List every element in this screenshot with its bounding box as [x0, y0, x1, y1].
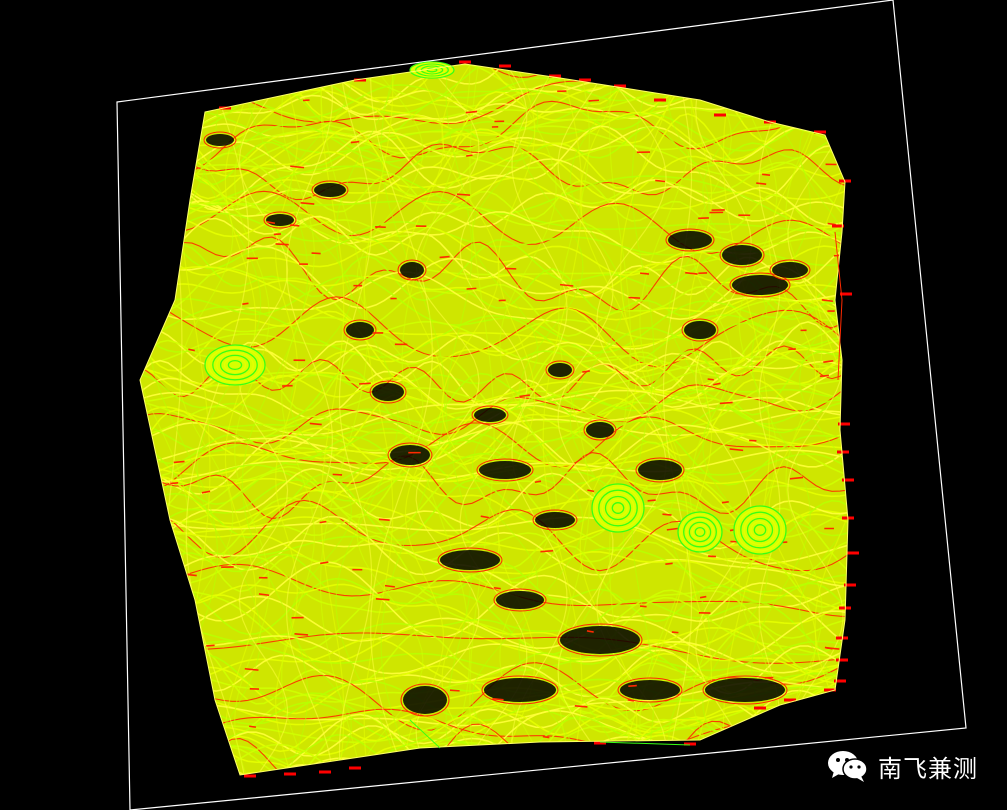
- index-tick: [762, 173, 771, 177]
- index-tick: [153, 726, 167, 729]
- index-tick: [639, 605, 647, 608]
- index-tick: [756, 182, 767, 185]
- index-tick: [311, 252, 321, 255]
- index-tick: [294, 633, 309, 636]
- index-tick: [242, 302, 249, 305]
- index-tick: [628, 296, 641, 299]
- index-tick: [466, 154, 473, 157]
- index-tick: [640, 272, 650, 275]
- terrain-gap: [479, 461, 531, 479]
- index-tick: [206, 644, 215, 647]
- terrain-gap: [732, 275, 788, 295]
- index-tick: [540, 549, 554, 553]
- contour-line: [140, 754, 848, 775]
- index-tick: [290, 224, 300, 227]
- watermark: 南飞兼测: [826, 748, 978, 784]
- terrain-gap: [400, 262, 424, 278]
- terrain-gap: [266, 214, 294, 226]
- terrain-gap: [206, 134, 234, 146]
- boundary-marker: [349, 766, 361, 770]
- index-tick: [359, 382, 371, 385]
- boundary-marker: [754, 706, 766, 710]
- index-tick: [170, 482, 179, 485]
- terrain-gap: [403, 686, 447, 714]
- terrain-gap: [548, 363, 572, 377]
- boundary-marker: [499, 64, 511, 68]
- index-tick: [574, 705, 588, 708]
- contour-line: [140, 744, 848, 775]
- terrain-gap: [705, 678, 785, 702]
- hill: [677, 511, 723, 553]
- terrain-gap: [684, 321, 716, 339]
- terrain-gap: [390, 445, 430, 465]
- wechat-icon: [828, 751, 868, 782]
- index-tick: [309, 422, 322, 426]
- index-tick: [350, 140, 360, 144]
- index-tick: [185, 605, 193, 608]
- index-tick: [647, 499, 656, 502]
- index-tick: [707, 378, 714, 381]
- hill: [409, 61, 455, 79]
- index-tick: [721, 501, 729, 504]
- index-tick: [449, 689, 460, 692]
- contour-line: [140, 750, 848, 775]
- index-tick: [665, 562, 673, 565]
- index-tick: [671, 631, 679, 634]
- terrain-gap: [668, 231, 712, 249]
- terrain-gap: [346, 322, 374, 338]
- boundary-marker: [847, 551, 859, 555]
- hill: [204, 344, 266, 386]
- terrain-gap: [372, 383, 404, 401]
- index-tick: [456, 193, 471, 196]
- terrain-gap: [474, 408, 506, 422]
- index-tick: [655, 179, 666, 183]
- terrain-gap: [440, 550, 500, 570]
- index-tick: [439, 255, 450, 259]
- terrain-gap: [586, 422, 614, 438]
- boundary-marker: [837, 450, 849, 454]
- index-tick: [708, 555, 717, 558]
- watermark-text: 南飞兼测: [878, 754, 978, 783]
- index-tick: [542, 735, 550, 739]
- boundary-marker: [836, 658, 848, 662]
- index-tick: [332, 473, 343, 476]
- index-tick: [275, 243, 289, 246]
- boundary-marker: [654, 98, 666, 102]
- boundary-marker: [842, 478, 854, 482]
- index-tick: [534, 480, 542, 484]
- terrain-gap: [620, 680, 680, 700]
- boundary-marker: [459, 60, 471, 64]
- terrain-gap: [772, 262, 808, 278]
- index-tick: [719, 401, 733, 405]
- index-tick: [375, 598, 390, 601]
- boundary-marker: [319, 770, 331, 774]
- cad-drawing-canvas[interactable]: [0, 0, 1007, 810]
- hill: [733, 505, 787, 555]
- boundary-marker: [714, 113, 726, 117]
- terrain-gap: [496, 591, 544, 609]
- index-tick: [319, 520, 327, 524]
- index-tick: [627, 699, 635, 702]
- index-tick: [628, 684, 637, 687]
- hill: [591, 483, 645, 533]
- index-tick: [827, 222, 836, 226]
- boundary-marker: [284, 772, 296, 776]
- index-tick: [249, 725, 257, 728]
- index-tick: [588, 99, 600, 102]
- terrain-gap: [314, 183, 346, 197]
- terrain-gap: [560, 626, 640, 654]
- index-tick: [466, 287, 477, 290]
- index-tick: [833, 253, 847, 257]
- index-tick: [173, 460, 185, 464]
- index-tick: [819, 374, 830, 378]
- index-tick: [378, 518, 390, 522]
- index-tick: [492, 697, 504, 701]
- index-tick: [493, 586, 501, 590]
- terrain-gap: [535, 512, 575, 528]
- index-tick: [662, 513, 672, 516]
- terrain-gap: [638, 460, 682, 480]
- boundary-marker: [244, 774, 256, 778]
- terrain-gap: [722, 245, 762, 265]
